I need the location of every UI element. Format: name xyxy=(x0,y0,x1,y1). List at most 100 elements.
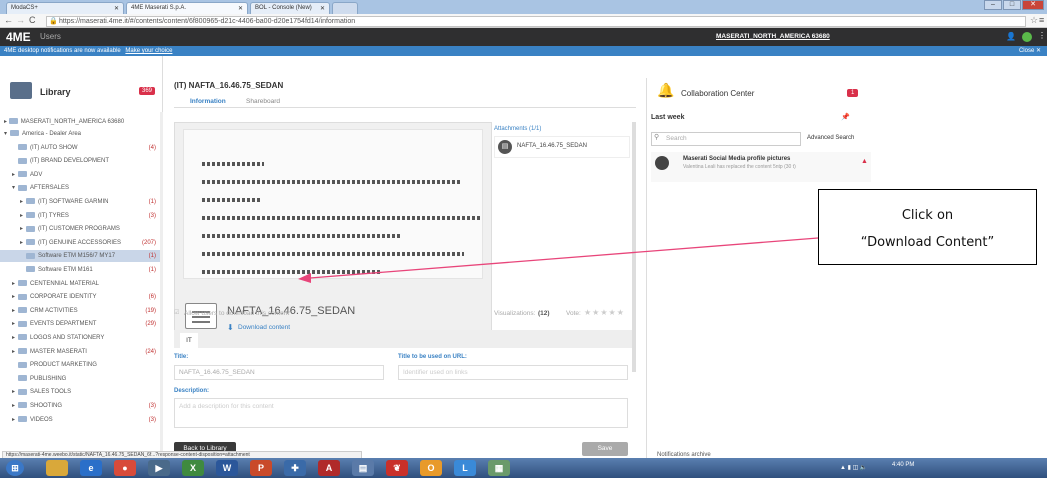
word-icon[interactable]: W xyxy=(216,460,238,476)
folder-icon xyxy=(18,348,27,355)
new-tab-button[interactable] xyxy=(332,2,358,14)
advanced-search-link[interactable]: Advanced Search xyxy=(807,135,854,141)
tree-item[interactable]: ▸ EVENTS DEPARTMENT (29) xyxy=(0,318,160,330)
tab-language-it[interactable]: IT xyxy=(180,333,198,348)
tree-item-label: LOGOS AND STATIONERY xyxy=(30,335,105,341)
tree-item[interactable]: ▸ (IT) TYRES (3) xyxy=(0,210,160,222)
attachment-item[interactable]: ▤ NAFTA_16.46.75_SEDAN xyxy=(494,136,630,158)
tree-item[interactable]: ▸ (IT) CUSTOMER PROGRAMS xyxy=(0,223,160,235)
excel-icon[interactable]: X xyxy=(182,460,204,476)
tree-item[interactable]: ▸ ADV xyxy=(0,169,160,181)
browser-tab-active[interactable]: 4ME Maserati S.p.A. ✕ xyxy=(126,2,248,14)
more-icon[interactable]: ⋮ xyxy=(1038,31,1046,40)
outlook-icon[interactable]: O xyxy=(420,460,442,476)
close-icon[interactable]: ✕ xyxy=(320,5,325,12)
folder-icon xyxy=(18,307,27,314)
account-link[interactable]: MASERATI_NORTH_AMERICA 63680 xyxy=(716,33,830,40)
bell-icon: 🔔 xyxy=(657,82,675,98)
tree-item[interactable]: (IT) AUTO SHOW (4) xyxy=(0,142,160,154)
tree-item[interactable]: ▸ VIDEOS (3) xyxy=(0,414,160,426)
explorer-icon[interactable] xyxy=(46,460,68,476)
url-title-field[interactable]: Identifier used on links xyxy=(398,365,628,380)
collab-count-badge: 1 xyxy=(847,89,859,97)
reload-icon[interactable]: C xyxy=(29,15,36,25)
collab-search-input[interactable]: Search xyxy=(651,132,801,146)
checkbox-icon[interactable]: ☑ xyxy=(174,309,179,316)
app-icon[interactable]: ✚ xyxy=(284,460,306,476)
tree-item[interactable]: Software ETM M156/7 MY17 (1) xyxy=(0,250,160,263)
back-icon[interactable]: ← xyxy=(4,15,13,25)
app-icon-3[interactable]: ▦ xyxy=(488,460,510,476)
tree-item[interactable]: (IT) BRAND DEVELOPMENT xyxy=(0,155,160,167)
tree-item[interactable]: ▸ CENTENNIAL MATERIAL xyxy=(0,278,160,290)
tree-item-label: (IT) BRAND DEVELOPMENT xyxy=(30,158,110,165)
url-input[interactable]: 🔒 https://maserati.4me.it/#/contents/con… xyxy=(46,16,1026,27)
close-icon[interactable]: ✕ xyxy=(114,5,119,12)
tree-item[interactable]: ▸ (IT) GENUINE ACCESSORIES (207) xyxy=(0,237,160,249)
tab-shareboard[interactable]: Shareboard xyxy=(246,98,280,105)
folder-icon xyxy=(18,361,27,368)
tree-item[interactable]: PUBLISHING xyxy=(0,373,160,385)
start-button[interactable]: ⊞ xyxy=(6,460,24,476)
library-title: Library xyxy=(40,87,71,97)
visualizations-count: (12) xyxy=(538,310,550,317)
tree-item[interactable]: ▸ (IT) SOFTWARE GARMIN (1) xyxy=(0,196,160,208)
pin-icon[interactable]: 📌 xyxy=(841,113,850,121)
media-icon[interactable]: ▶ xyxy=(148,460,170,476)
user-icon[interactable]: 👤 xyxy=(1006,32,1016,41)
maximize-button[interactable]: □ xyxy=(1003,0,1021,10)
powerpoint-icon[interactable]: P xyxy=(250,460,272,476)
tree-item[interactable]: ▸ SALES TOOLS xyxy=(0,386,160,398)
description-field[interactable]: Add a description for this content xyxy=(174,398,628,428)
tree-item[interactable]: Software ETM M161 (1) xyxy=(0,264,160,276)
tree-item-label: (IT) AUTO SHOW xyxy=(30,144,78,151)
app-logo[interactable]: 4ME xyxy=(6,30,31,44)
title-label: Title: xyxy=(174,354,189,360)
browser-tab[interactable]: BOL - Console (New) ✕ xyxy=(250,2,330,14)
acrobat-icon[interactable]: A xyxy=(318,460,340,476)
section-title[interactable]: Users xyxy=(40,32,61,41)
tab-information[interactable]: Information xyxy=(190,98,226,105)
tree-item-count: (207) xyxy=(141,239,156,246)
save-button[interactable]: Save xyxy=(582,442,628,456)
tree-item-label: SALES TOOLS xyxy=(30,389,72,396)
title-field[interactable]: NAFTA_16.46.75_SEDAN xyxy=(174,365,384,380)
minimize-button[interactable]: – xyxy=(984,0,1002,10)
app-icon-2[interactable]: ❦ xyxy=(386,460,408,476)
browser-tab[interactable]: ModaCS+ ✕ xyxy=(6,2,124,14)
tree-item[interactable]: ▾ America - Dealer Area xyxy=(0,128,160,140)
rating-stars[interactable]: ★★★★★ xyxy=(584,308,625,317)
tree-item-label: Software ETM M161 xyxy=(38,267,93,273)
notification-link[interactable]: Make your choice xyxy=(125,48,172,54)
tree-root[interactable]: ▸ MASERATI_NORTH_AMERICA 63680 xyxy=(4,116,164,128)
menu-icon[interactable]: ≡ xyxy=(1039,15,1044,25)
tree-item[interactable]: ▸ MASTER MASERATI (24) xyxy=(0,346,160,358)
content-title: (IT) NAFTA_16.46.75_SEDAN xyxy=(174,81,284,90)
window-close-button[interactable]: ✕ xyxy=(1022,0,1044,10)
star-icon[interactable]: ☆ xyxy=(1030,15,1038,26)
content-scrollbar[interactable] xyxy=(632,122,636,372)
tree-item[interactable]: ▸ CORPORATE IDENTITY (6) xyxy=(0,291,160,303)
ie-icon[interactable]: e xyxy=(80,460,102,476)
collab-item[interactable]: Maserati Social Media profile pictures V… xyxy=(651,152,871,182)
chrome-icon[interactable]: ● xyxy=(114,460,136,476)
tree-item[interactable]: ▾ AFTERSALES xyxy=(0,182,160,194)
notepad-icon[interactable]: ▤ xyxy=(352,460,374,476)
tray-icons[interactable]: ▲ ▮ ◫ 🔈 xyxy=(840,464,867,471)
tree-item[interactable]: ▸ SHOOTING (3) xyxy=(0,400,160,412)
collab-item-subtitle: Valentina Leali has replaced the content… xyxy=(683,164,796,170)
tree-item-label: MASTER MASERATI xyxy=(30,348,87,355)
notification-close[interactable]: Close ✕ xyxy=(1019,46,1041,56)
tree-item[interactable]: PRODUCT MARKETING xyxy=(0,359,160,371)
lync-icon[interactable]: L xyxy=(454,460,476,476)
url-text: https://maserati.4me.it/#/contents/conte… xyxy=(59,18,356,25)
tree-item-count: (1) xyxy=(148,199,156,205)
tree-item[interactable]: ▸ LOGOS AND STATIONERY xyxy=(0,332,160,344)
tree-item-count: (6) xyxy=(148,294,156,301)
document-icon: ▤ xyxy=(498,140,512,154)
status-icon[interactable] xyxy=(1022,32,1032,42)
sidebar-scrollbar[interactable] xyxy=(160,112,163,452)
close-icon[interactable]: ✕ xyxy=(238,5,243,12)
tree-item[interactable]: ▸ CRM ACTIVITIES (19) xyxy=(0,305,160,317)
forward-icon[interactable]: → xyxy=(16,15,25,25)
